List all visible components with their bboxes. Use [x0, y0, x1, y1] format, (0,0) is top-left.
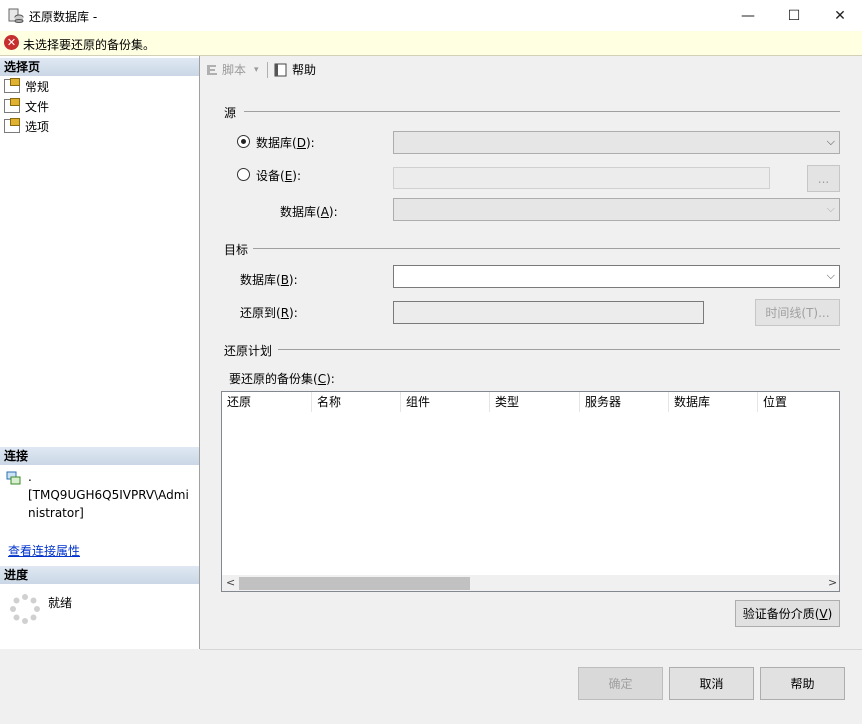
chevron-down-icon: ⌵ [826, 202, 835, 215]
restore-database-icon [8, 8, 24, 23]
device-database-select[interactable]: ⌵ [393, 198, 840, 221]
footer-divider [200, 649, 862, 650]
toolbar-separator [267, 62, 268, 78]
destination-group-label: 目标 [224, 243, 249, 257]
progress-header: 进度 [0, 566, 199, 584]
minimize-icon: — [741, 7, 755, 24]
restore-to-input[interactable] [393, 301, 704, 324]
scrollbar-thumb[interactable] [239, 577, 470, 590]
help-book-icon [274, 63, 287, 76]
restore-to-label: 还原到(R): [240, 306, 298, 320]
error-message-bar: ✕ 未选择要还原的备份集。 [0, 31, 862, 56]
toolbar: 脚本 ▾ 帮助 [200, 57, 862, 81]
page-item-label: 文件 [25, 99, 50, 114]
script-button[interactable]: 脚本 ▾ [204, 61, 259, 78]
column-header-type[interactable]: 类型 [490, 392, 580, 412]
help-label: 帮助 [292, 63, 317, 77]
device-path-input[interactable] [393, 167, 770, 189]
window-title: 还原数据库 - [29, 10, 98, 24]
timeline-button[interactable]: 时间线(T)... [755, 299, 840, 326]
database-source-radio[interactable] [237, 135, 250, 148]
connection-user: [TMQ9UGH6Q5IVPRV\Admi [28, 488, 189, 502]
column-header-name[interactable]: 名称 [312, 392, 401, 412]
column-header-server[interactable]: 服务器 [580, 392, 669, 412]
connection-server: . [28, 470, 32, 484]
page-item-general[interactable]: 常规 [4, 77, 49, 95]
minimize-button[interactable]: — [725, 0, 771, 31]
help-button[interactable]: 帮助 [760, 667, 845, 700]
chevron-down-icon: ⌵ [826, 135, 835, 148]
page-item-label: 常规 [25, 79, 50, 94]
connection-user-cont: nistrator] [28, 506, 84, 520]
chevron-down-icon: ▾ [254, 64, 259, 75]
source-database-select[interactable]: ⌵ [393, 131, 840, 154]
page-item-options[interactable]: 选项 [4, 117, 49, 135]
source-group-label: 源 [224, 106, 237, 120]
error-icon: ✕ [4, 35, 19, 50]
destination-divider [253, 248, 840, 249]
title-bar: 还原数据库 - — ☐ ✕ [0, 0, 865, 31]
source-divider [244, 111, 840, 112]
page-item-label: 选项 [25, 119, 50, 134]
page-icon [4, 118, 20, 133]
script-label: 脚本 [222, 63, 247, 77]
progress-spinner-icon [10, 594, 40, 624]
page-icon [4, 78, 20, 93]
script-icon [207, 64, 217, 75]
backup-sets-grid[interactable]: 还原 名称 组件 类型 服务器 数据库 位置 [221, 391, 840, 592]
left-pane: 选择页 常规 文件 选项 连接 . [TMQ9UGH6Q5IVPRV\Admi … [0, 56, 200, 649]
destination-database-label: 数据库(B): [240, 273, 298, 287]
scroll-left-icon[interactable]: < [226, 576, 235, 589]
column-header-location[interactable]: 位置 [758, 392, 839, 412]
column-header-database[interactable]: 数据库 [669, 392, 758, 412]
restore-plan-group-label: 还原计划 [224, 344, 273, 358]
browse-device-button[interactable]: ... [807, 165, 840, 192]
maximize-icon: ☐ [787, 7, 801, 24]
close-icon: ✕ [834, 7, 846, 24]
maximize-button[interactable]: ☐ [771, 0, 817, 31]
verify-backup-media-button[interactable]: 验证备份介质(V) [735, 600, 840, 627]
page-icon [4, 98, 20, 113]
error-message: 未选择要还原的备份集。 [23, 38, 156, 52]
restore-plan-divider [278, 349, 840, 350]
destination-database-select[interactable]: ⌵ [393, 265, 840, 288]
column-header-restore[interactable]: 还原 [222, 392, 312, 412]
page-item-files[interactable]: 文件 [4, 97, 49, 115]
ok-button[interactable]: 确定 [578, 667, 663, 700]
database-source-label: 数据库(D): [256, 136, 315, 150]
device-source-label: 设备(E): [256, 169, 302, 183]
select-page-header: 选择页 [0, 58, 199, 76]
column-header-component[interactable]: 组件 [401, 392, 490, 412]
help-toolbar-button[interactable]: 帮助 [273, 61, 316, 78]
scroll-right-icon[interactable]: > [828, 576, 837, 589]
device-database-label: 数据库(A): [280, 205, 338, 219]
chevron-down-icon: ⌵ [826, 269, 835, 282]
connection-header: 连接 [0, 447, 199, 465]
server-connection-icon [6, 471, 21, 485]
close-button[interactable]: ✕ [817, 0, 863, 31]
view-connection-properties-link[interactable]: 查看连接属性 [8, 542, 80, 559]
backup-sets-label: 要还原的备份集(C): [229, 372, 335, 386]
cancel-button[interactable]: 取消 [669, 667, 754, 700]
device-source-radio[interactable] [237, 168, 250, 181]
progress-status: 就绪 [48, 596, 73, 610]
